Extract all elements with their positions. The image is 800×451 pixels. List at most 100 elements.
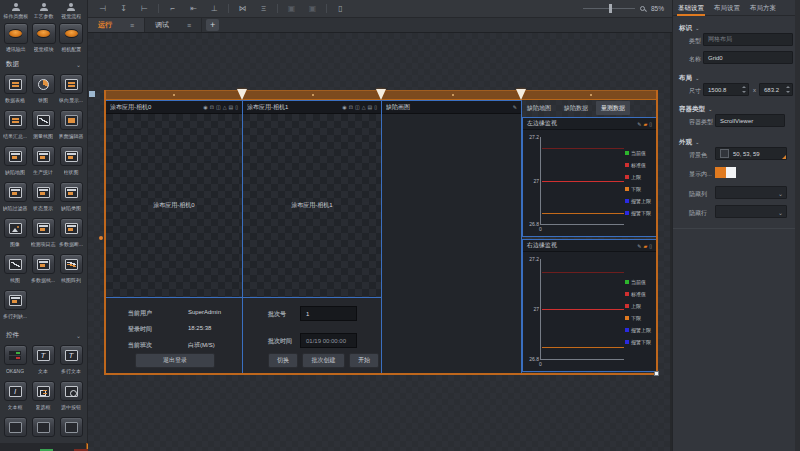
tool-复选框[interactable]: 复选框 <box>29 381 57 410</box>
add-tab-button[interactable]: + <box>206 19 219 31</box>
tool-测量线图[interactable]: 测量线图 <box>29 110 57 139</box>
name-input[interactable]: Grid0 <box>703 51 793 64</box>
inspector-scrollbar[interactable] <box>795 0 800 451</box>
tool-选中按钮[interactable]: 选中按钮 <box>57 381 85 410</box>
settings-icon[interactable]: ▰ <box>643 243 647 249</box>
section-header[interactable]: 控件⌄ <box>0 325 87 344</box>
distribute-h-icon[interactable]: ⋈ <box>232 4 253 13</box>
align-middle-icon[interactable]: ⇤ <box>183 4 204 13</box>
panel-icon[interactable]: ◉ <box>342 104 346 110</box>
delete-icon[interactable]: ▯ <box>649 243 652 249</box>
page-tab-1[interactable]: 调试≡ <box>145 18 202 32</box>
left-edge-handle[interactable] <box>99 236 103 240</box>
right-edge-chart[interactable]: 右边缘监视✎▰▯27.22726.80当前值标准值上限下限报警上限报警下限 <box>522 239 657 372</box>
batch-create-button[interactable]: 批次创建 <box>302 353 345 368</box>
height-input[interactable]: 683.2 <box>759 83 793 96</box>
column-splitter-2[interactable] <box>376 89 386 100</box>
camera1-panel[interactable]: 涂布应用-相机1◉⊡◫△▤▯ 涂布应用-相机1 <box>242 100 382 298</box>
tool-饼图[interactable]: 饼图 <box>29 74 57 103</box>
type-input[interactable]: 网格布局 <box>703 33 793 46</box>
tool-结果汇总...[interactable]: 结果汇总... <box>1 110 29 139</box>
lens-button[interactable] <box>4 23 28 44</box>
hide-col-select[interactable]: ⌄ <box>715 186 787 199</box>
delete-icon[interactable]: ▯ <box>649 121 652 127</box>
align-right-icon[interactable]: ⊢ <box>134 4 155 13</box>
align-center-icon[interactable]: ↧ <box>113 4 134 13</box>
display-toggle[interactable] <box>715 167 736 178</box>
design-canvas[interactable]: 涂布应用-相机0◉⊡◫△▤▯ 涂布应用-相机0 涂布应用-相机1◉⊡◫△▤▯ 涂… <box>88 33 672 451</box>
tool-柱状图[interactable]: 柱状图 <box>57 146 85 175</box>
edit-icon[interactable]: ✎ <box>513 104 517 110</box>
column-splitter-1[interactable] <box>237 89 247 100</box>
bg-color-input[interactable]: 50, 53, 59 <box>715 147 787 160</box>
group-appearance[interactable]: 外观⌄ <box>679 138 700 147</box>
camera0-panel[interactable]: 涂布应用-相机0◉⊡◫△▤▯ 涂布应用-相机0 <box>105 100 243 298</box>
tool-数据表格[interactable]: 数据表格 <box>1 74 29 103</box>
module-1[interactable]: 视觉模块 <box>30 23 58 52</box>
distribute-v-icon[interactable]: Ξ <box>253 4 274 13</box>
tool-文本[interactable]: 文本 <box>29 345 57 374</box>
quick-item-2[interactable]: 视觉流程 <box>57 3 85 19</box>
data-tab-1[interactable]: 缺陷数据 <box>559 101 593 115</box>
selection-anchor[interactable] <box>89 91 95 97</box>
tab-menu-icon[interactable]: ≡ <box>130 22 134 29</box>
start-button[interactable]: 开始 <box>349 353 379 368</box>
container-type-input[interactable]: ScrollViewer <box>715 114 785 127</box>
hide-row-select[interactable]: ⌄ <box>715 205 787 218</box>
align-left-icon[interactable]: ⊣ <box>92 4 113 13</box>
tool-blank[interactable] <box>29 417 57 440</box>
tool-线图[interactable]: 线图 <box>1 254 29 283</box>
edit-icon[interactable]: ✎ <box>637 243 641 249</box>
group-container[interactable]: 容器类型⌄ <box>679 105 713 114</box>
tool-缺陷过滤器[interactable]: 缺陷过滤器 <box>1 182 29 211</box>
align-top-icon[interactable]: ⌐ <box>162 4 183 13</box>
data-tab-0[interactable]: 缺陷地图 <box>522 101 556 115</box>
group-layout[interactable]: 布局⌄ <box>679 74 700 83</box>
batch-no-input[interactable]: 1 <box>300 306 357 321</box>
tool-界面编辑器[interactable]: 界面编辑器 <box>57 110 85 139</box>
logout-button[interactable]: 退出登录 <box>135 353 215 368</box>
panel-icon[interactable]: ▯ <box>374 104 377 110</box>
tool-生产统计[interactable]: 生产统计 <box>29 146 57 175</box>
tool-检测项日志[interactable]: 检测项日志 <box>29 218 57 247</box>
camera0-icons[interactable]: ◉⊡◫△▤▯ <box>201 104 238 110</box>
data-tab-2[interactable]: 量测数据 <box>596 101 630 115</box>
tool-图像[interactable]: 图像 <box>1 218 29 247</box>
inspector-tab-1[interactable]: 布局设置 <box>709 0 745 16</box>
panel-icon[interactable]: ▤ <box>368 104 373 110</box>
panel-icon[interactable]: ◫ <box>216 104 221 110</box>
tool-纵向显示...[interactable]: 纵向显示... <box>57 74 85 103</box>
align-bottom-icon[interactable]: ⊥ <box>204 4 225 13</box>
panel-icon[interactable]: ⊡ <box>349 104 353 110</box>
tool-blank[interactable] <box>57 417 85 440</box>
panel-icon[interactable]: ⊡ <box>210 104 214 110</box>
left-edge-chart[interactable]: 左边缘监视✎▰▯27.22726.80当前值标准值上限下限报警上限报警下限 <box>522 117 657 237</box>
page-tab-0[interactable]: 运行≡ <box>88 18 145 32</box>
edit-icon[interactable]: ✎ <box>637 121 641 127</box>
panel-icon[interactable]: ▯ <box>235 104 238 110</box>
width-input[interactable]: 1500.8 <box>703 83 749 96</box>
camera1-icons[interactable]: ◉⊡◫△▤▯ <box>340 104 377 110</box>
module-0[interactable]: 通讯输出 <box>2 23 30 52</box>
lens-button[interactable] <box>32 23 56 44</box>
tool-多数据线...[interactable]: 多数据线... <box>29 254 57 283</box>
tool-文本框[interactable]: 文本框 <box>1 381 29 410</box>
tab-menu-icon[interactable]: ≡ <box>187 22 191 29</box>
inspector-tab-2[interactable]: 布局方案 <box>745 0 781 16</box>
settings-icon[interactable]: ▰ <box>643 121 647 127</box>
panel-icon[interactable]: ▤ <box>229 104 234 110</box>
section-header[interactable]: 数据⌄ <box>0 54 87 73</box>
column-splitter-3[interactable] <box>516 89 526 100</box>
inspector-tab-0[interactable]: 基础设置 <box>673 0 709 16</box>
module-2[interactable]: 相机配置 <box>57 23 85 52</box>
panel-icon[interactable]: △ <box>223 104 227 110</box>
tool-OK&NG[interactable]: OK&NG <box>1 345 29 374</box>
tool-缺陷地图[interactable]: 缺陷地图 <box>1 146 29 175</box>
tool-blank[interactable] <box>1 417 29 440</box>
tool-多数据断...[interactable]: 多数据断... <box>57 218 85 247</box>
delete-icon[interactable]: ▯ <box>330 4 351 13</box>
quick-item-0[interactable]: 操作员面板 <box>2 3 30 19</box>
panel-icon[interactable]: ◉ <box>203 104 207 110</box>
zoom-slider[interactable] <box>583 8 635 9</box>
quick-item-1[interactable]: 工艺参数 <box>30 3 58 19</box>
